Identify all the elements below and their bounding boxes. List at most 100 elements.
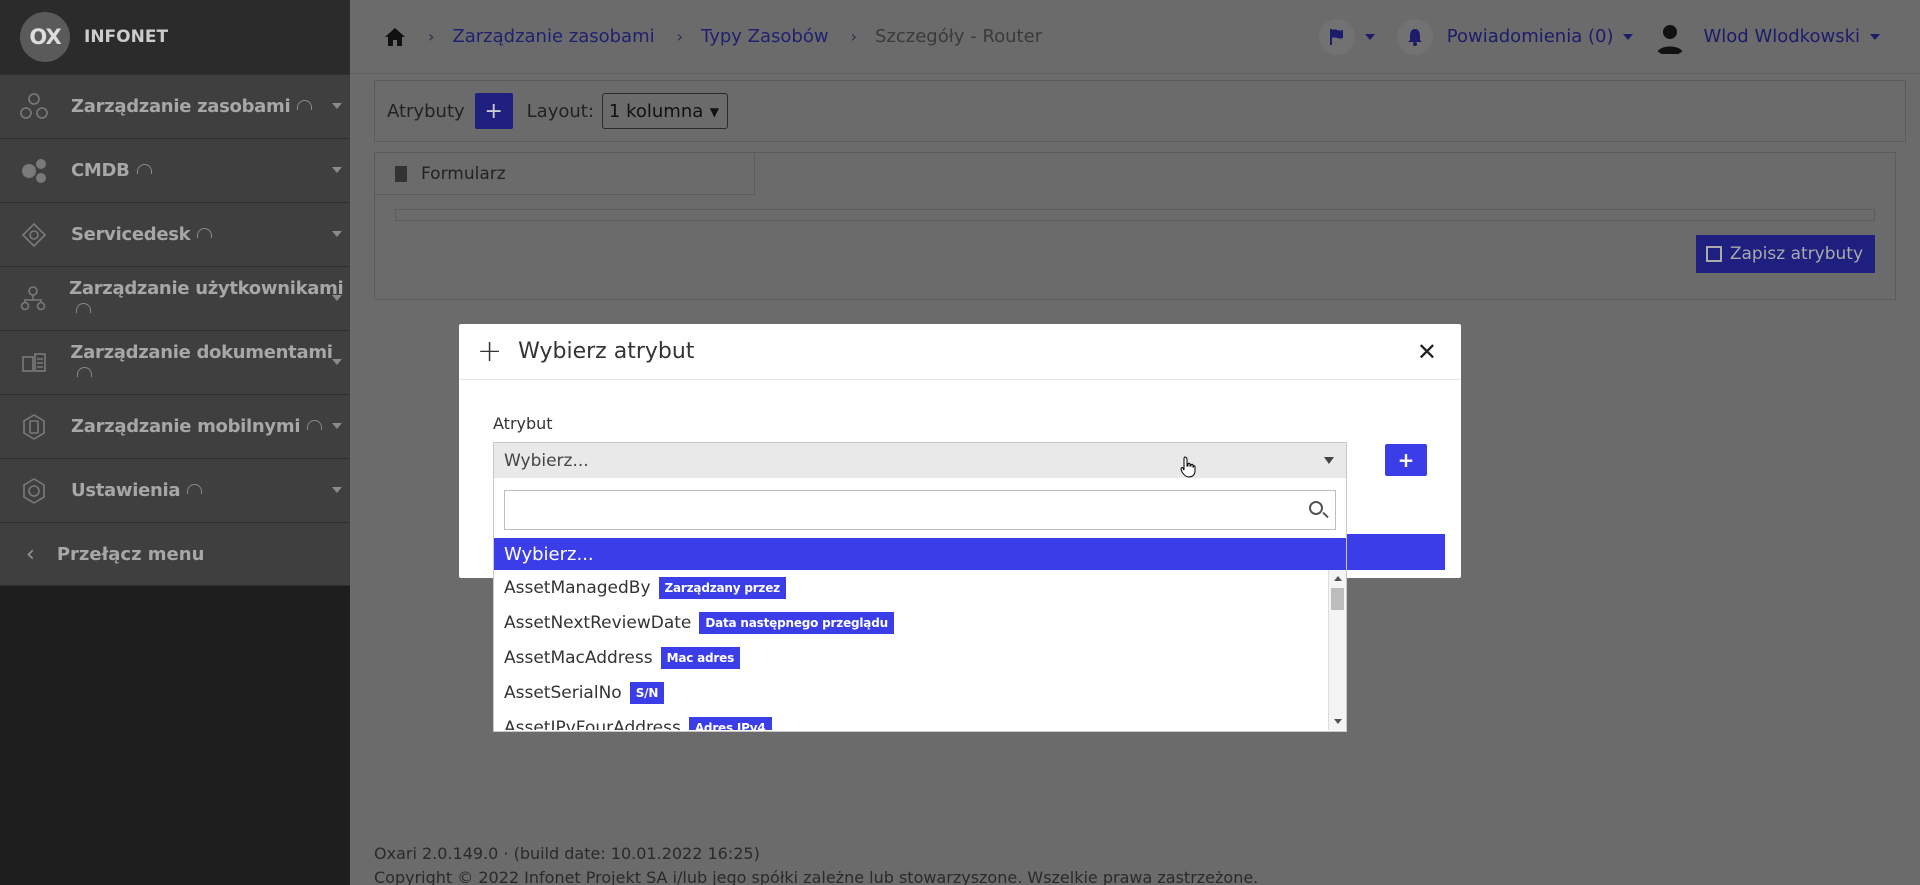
logo-text: INFONET	[84, 27, 169, 47]
chevron-down-icon	[332, 231, 342, 237]
attribute-select-value: Wybierz...	[504, 450, 589, 471]
option-name: AssetSerialNo	[504, 682, 622, 703]
sidebar: OX INFONET Zarządzanie zasobami CMDB Ser…	[0, 0, 350, 885]
chevron-down-icon	[332, 359, 342, 365]
sidebar-item-users[interactable]: Zarządzanie użytkownikami	[0, 266, 350, 330]
option-name: AssetMacAddress	[504, 647, 653, 668]
chevron-down-icon[interactable]	[1870, 33, 1880, 40]
footer: Oxari 2.0.149.0 · (build date: 10.01.202…	[374, 842, 1258, 885]
chevron-down-icon	[332, 487, 342, 493]
users-icon	[16, 281, 50, 317]
confirm-button[interactable]	[1347, 534, 1445, 570]
sidebar-item-label: Zarządzanie zasobami	[71, 96, 291, 117]
topbar-right: Powiadomienia (0) Wlod Wlodkowski	[1318, 17, 1880, 56]
sidebar-item-servicedesk[interactable]: Servicedesk	[0, 202, 350, 266]
topbar: › Zarządzanie zasobami › Typy Zasobów › …	[350, 0, 1920, 74]
chevron-down-icon	[332, 167, 342, 173]
sidebar-item-resources[interactable]: Zarządzanie zasobami	[0, 74, 350, 138]
sidebar-item-label: CMDB	[71, 160, 130, 181]
sidebar-item-label: Zarządzanie mobilnymi	[71, 416, 301, 437]
sidebar-item-label: Zarządzanie użytkownikami	[69, 277, 344, 299]
chevron-down-icon	[1324, 457, 1334, 464]
breadcrumb-current: Szczegóły - Router	[875, 26, 1043, 47]
notifications-label: Powiadomienia	[1446, 26, 1583, 47]
scroll-down-icon[interactable]	[1334, 719, 1342, 724]
dropdown-option[interactable]: AssetManagedBy Zarządzany przez	[494, 570, 1346, 605]
dropdown-search-input[interactable]	[505, 491, 1335, 529]
logo-icon: OX	[20, 12, 70, 62]
dropdown-list: AssetManagedBy Zarządzany przez AssetNext…	[494, 570, 1346, 730]
sidebar-item-mobile[interactable]: Zarządzanie mobilnymi	[0, 394, 350, 458]
dropdown-option[interactable]: AssetSerialNo S/N	[494, 675, 1346, 710]
breadcrumb-resources[interactable]: Zarządzanie zasobami	[452, 26, 654, 47]
hand-cursor-icon	[1180, 456, 1196, 478]
mobile-icon	[16, 409, 52, 445]
bell-button[interactable]	[1396, 18, 1433, 55]
flag-icon	[1329, 28, 1343, 45]
dropdown-option[interactable]: AssetNextReviewDate Data następnego przeg…	[494, 605, 1346, 640]
sidebar-item-cmdb[interactable]: CMDB	[0, 138, 350, 202]
tab-form[interactable]: Formularz	[375, 153, 755, 195]
toggle-menu-label: Przełącz menu	[56, 543, 205, 565]
search-icon	[1309, 501, 1323, 515]
user-menu[interactable]: Wlod Wlodkowski	[1703, 26, 1860, 47]
form-drop-zone	[395, 209, 1875, 221]
dashboard-icon	[297, 100, 313, 110]
toggle-menu-button[interactable]: ‹ Przełącz menu	[0, 522, 350, 586]
avatar[interactable]	[1651, 17, 1690, 56]
save-attributes-label: Zapisz atrybuty	[1729, 244, 1863, 264]
tab-form-label: Formularz	[421, 163, 506, 184]
breadcrumb-resource-types[interactable]: Typy Zasobów	[701, 26, 829, 47]
chevron-left-icon: ‹	[26, 541, 35, 567]
dashboard-icon	[76, 302, 92, 313]
option-badge: Data następnego przeglądu	[699, 611, 894, 634]
servicedesk-icon	[16, 217, 52, 253]
footer-version: Oxari 2.0.149.0 · (build date: 10.01.202…	[374, 844, 760, 863]
chevron-down-icon	[332, 103, 342, 109]
bell-icon	[1407, 28, 1422, 46]
cmdb-icon	[16, 153, 52, 189]
breadcrumb-separator: ›	[428, 27, 435, 46]
notifications-count: (0)	[1587, 26, 1614, 47]
dropdown-scrollbar[interactable]	[1328, 570, 1346, 730]
dropdown-option-selected[interactable]: Wybierz...	[494, 538, 1346, 570]
dashboard-icon	[187, 484, 203, 494]
sidebar-item-documents[interactable]: Zarządzanie dokumentami	[0, 330, 350, 394]
sidebar-item-settings[interactable]: Ustawienia	[0, 458, 350, 522]
document-icon	[395, 165, 407, 182]
chevron-down-icon[interactable]	[1364, 33, 1375, 40]
layout-label: Layout:	[526, 100, 594, 122]
breadcrumb-separator: ›	[676, 27, 684, 46]
footer-copyright: Copyright © 2022 Infonet Projekt SA i/lu…	[374, 868, 1259, 885]
chevron-down-icon	[332, 295, 342, 301]
sidebar-item-label: Ustawienia	[71, 480, 181, 501]
layout-select[interactable]: 1 kolumna ▼	[601, 93, 728, 129]
add-attribute-button[interactable]: +	[474, 93, 513, 129]
dropdown-option[interactable]: AssetIPvFourAddress Adres IPv4	[494, 710, 1346, 730]
notifications-link[interactable]: Powiadomienia (0)	[1447, 26, 1614, 47]
dropdown-option[interactable]: AssetMacAddress Mac adres	[494, 640, 1346, 675]
flag-button[interactable]	[1318, 18, 1355, 55]
dashboard-icon	[77, 366, 93, 377]
close-icon[interactable]: ✕	[1417, 338, 1437, 366]
option-name: AssetIPvFourAddress	[504, 717, 681, 731]
dashboard-icon	[307, 420, 323, 430]
scroll-up-icon[interactable]	[1334, 576, 1342, 581]
sidebar-item-label: Zarządzanie dokumentami	[70, 341, 333, 363]
chevron-down-icon	[332, 423, 342, 429]
save-attributes-button[interactable]: Zapisz atrybuty	[1695, 235, 1875, 273]
floppy-icon	[1705, 246, 1722, 262]
documents-icon	[16, 345, 51, 381]
attributes-toolbar: Atrybuty + Layout: 1 kolumna ▼	[374, 80, 1906, 142]
chevron-down-icon[interactable]	[1623, 33, 1634, 40]
form-panel: Formularz Zapisz atrybuty	[374, 152, 1896, 300]
logo-bar: OX INFONET	[0, 0, 350, 74]
add-button[interactable]: +	[1385, 444, 1427, 476]
scroll-thumb[interactable]	[1331, 588, 1344, 610]
home-icon[interactable]	[384, 27, 406, 47]
dashboard-icon	[136, 164, 152, 174]
option-badge: Mac adres	[660, 646, 741, 669]
attribute-dropdown: Wybierz... AssetManagedBy Zarządzany prze…	[493, 478, 1347, 732]
attribute-select[interactable]: Wybierz...	[493, 442, 1347, 478]
dropdown-search	[504, 490, 1336, 530]
